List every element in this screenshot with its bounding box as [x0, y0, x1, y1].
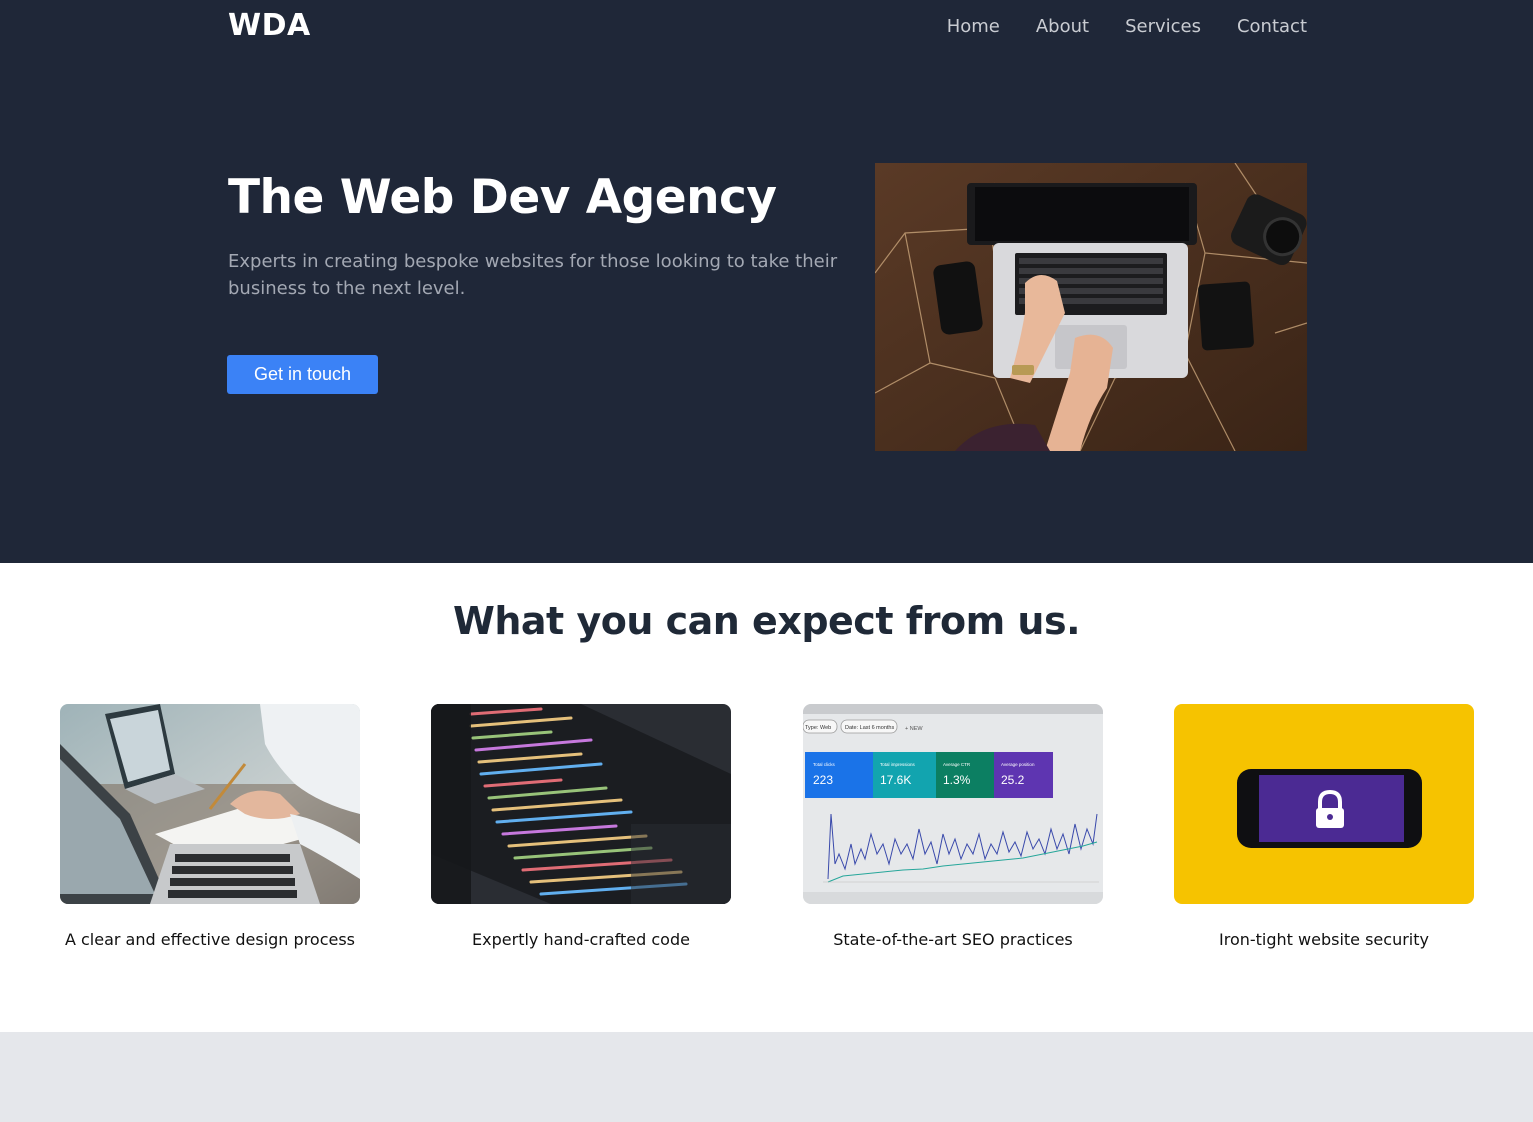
hero-subtitle: Experts in creating bespoke websites for…: [228, 251, 838, 299]
hero-section: WDA Home About Services Contact The Web …: [0, 0, 1533, 563]
feature-label-security: Iron-tight website security: [1219, 930, 1429, 949]
seo-metric-value-3: 25.2: [1001, 773, 1025, 787]
seo-metric-value-1: 17.6K: [880, 773, 911, 787]
seo-metric-label-1: Total impressions: [880, 762, 916, 767]
features-section: What you can expect from us. A clear and…: [0, 563, 1533, 1032]
code-screen-image: [431, 704, 731, 904]
seo-metric-label-0: Total clicks: [813, 762, 836, 767]
analytics-dashboard-image: Type: Web Date: Last 6 months + NEW Tota…: [803, 704, 1103, 904]
feature-card-design: A clear and effective design process: [60, 704, 360, 949]
seo-tab-new: + NEW: [905, 726, 923, 732]
main-nav: Home About Services Contact: [947, 16, 1307, 37]
nav-home[interactable]: Home: [947, 16, 1000, 37]
seo-metric-value-0: 223: [813, 773, 833, 787]
seo-metric-label-3: Average position: [1001, 762, 1035, 767]
phone-lock-image: [1174, 704, 1474, 904]
feature-label-code: Expertly hand-crafted code: [472, 930, 690, 949]
nav-about[interactable]: About: [1036, 16, 1089, 37]
next-section-band: [0, 1032, 1533, 1122]
seo-metric-label-2: Average CTR: [943, 762, 971, 767]
design-meeting-image: [60, 704, 360, 904]
hero-laptop-image: [875, 163, 1307, 451]
get-in-touch-button[interactable]: Get in touch: [227, 355, 378, 394]
seo-tab-date: Date: Last 6 months: [845, 725, 894, 731]
feature-label-design: A clear and effective design process: [64, 930, 356, 949]
feature-card-code: Expertly hand-crafted code: [431, 704, 731, 949]
nav-services[interactable]: Services: [1125, 16, 1201, 37]
feature-card-security: Iron-tight website security: [1174, 704, 1474, 949]
seo-tab-type: Type: Web: [805, 725, 831, 731]
nav-contact[interactable]: Contact: [1237, 16, 1307, 37]
feature-card-seo: Type: Web Date: Last 6 months + NEW Tota…: [803, 704, 1103, 949]
feature-label-seo: State-of-the-art SEO practices: [833, 930, 1073, 949]
seo-metric-value-2: 1.3%: [943, 773, 971, 787]
features-title: What you can expect from us.: [452, 599, 1081, 643]
hero-title: The Web Dev Agency: [228, 170, 777, 225]
site-logo[interactable]: WDA: [228, 8, 311, 43]
